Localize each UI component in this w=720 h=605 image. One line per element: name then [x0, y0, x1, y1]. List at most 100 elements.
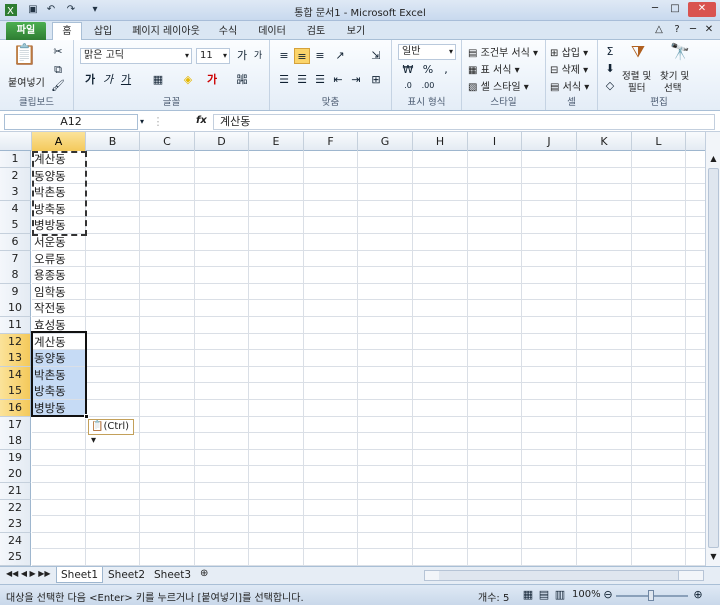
find-select-label-2[interactable]: 선택: [664, 80, 681, 94]
row-header-7[interactable]: 7: [0, 250, 31, 268]
close-icon[interactable]: ✕: [688, 2, 716, 17]
cell-a9[interactable]: 임학동: [32, 284, 86, 300]
fill-icon[interactable]: ⬇: [602, 61, 618, 77]
worksheet-grid[interactable]: ABCDEFGHIJKL 1 2 3 4 5 6 7 8 9 10 11 12 13 14 15 16 17 18…: [0, 132, 706, 566]
select-all-corner[interactable]: [0, 132, 32, 151]
number-format-combo[interactable]: 일반 ▾: [398, 44, 456, 60]
row-header-19[interactable]: 19: [0, 449, 31, 467]
workbook-close-icon[interactable]: ✕: [700, 23, 718, 38]
row-header-5[interactable]: 5: [0, 217, 31, 235]
align-middle-icon[interactable]: ≡: [294, 48, 310, 64]
row-header-14[interactable]: 14: [0, 366, 31, 384]
row-header-17[interactable]: 17: [0, 416, 31, 434]
find-select-icon[interactable]: 🔭: [670, 44, 690, 64]
column-header-c[interactable]: C: [140, 132, 195, 151]
scroll-up-icon[interactable]: ▲: [708, 154, 719, 164]
row-header-18[interactable]: 18: [0, 433, 31, 451]
cell-a6[interactable]: 서운동: [32, 234, 86, 250]
conditional-format-button[interactable]: ▤ 조건부 서식 ▾: [468, 44, 538, 59]
column-header-l[interactable]: L: [632, 132, 686, 151]
maximize-icon[interactable]: □: [666, 2, 684, 17]
autosum-icon[interactable]: Σ: [602, 44, 618, 60]
align-center-icon[interactable]: ☰: [294, 72, 310, 88]
sheet-tab-3[interactable]: Sheet3: [150, 567, 195, 583]
zoom-level[interactable]: 100%: [572, 589, 601, 600]
underline-icon[interactable]: 가: [118, 72, 134, 88]
column-header-i[interactable]: I: [468, 132, 522, 151]
row-header-6[interactable]: 6: [0, 234, 31, 251]
minimize-ribbon-icon[interactable]: △: [650, 23, 668, 38]
zoom-out-icon[interactable]: ⊖: [600, 587, 616, 603]
sheet-tab-1[interactable]: Sheet1: [56, 567, 104, 583]
paste-button[interactable]: 붙여넣기: [8, 74, 45, 89]
fill-color-icon[interactable]: ◈: [180, 72, 196, 88]
row-header-8[interactable]: 8: [0, 267, 31, 285]
currency-icon[interactable]: ₩: [400, 62, 416, 78]
merge-center-icon[interactable]: ⊞: [368, 72, 384, 88]
tab-home[interactable]: 홈: [52, 22, 82, 40]
decrease-indent-icon[interactable]: ⇤: [330, 72, 346, 88]
row-header-3[interactable]: 3: [0, 184, 31, 202]
align-right-icon[interactable]: ☰: [312, 72, 328, 88]
tab-formulas[interactable]: 수식: [212, 23, 244, 40]
paste-icon[interactable]: 📋: [12, 44, 37, 72]
zoom-in-icon[interactable]: ⊕: [690, 587, 706, 603]
insert-function-icon[interactable]: fx: [196, 115, 207, 126]
font-size-combo[interactable]: 11 ▾: [196, 48, 230, 64]
scroll-thumb[interactable]: [708, 168, 719, 548]
name-box[interactable]: A12: [4, 114, 138, 130]
delete-cells-button[interactable]: ⊟ 삭제 ▾: [550, 61, 588, 76]
column-header-b[interactable]: B: [86, 132, 140, 151]
row-header-24[interactable]: 24: [0, 532, 31, 550]
column-header-d[interactable]: D: [195, 132, 249, 151]
row-header-25[interactable]: 25: [0, 549, 31, 566]
tab-page-layout[interactable]: 페이지 레이아웃: [126, 23, 206, 40]
column-header-k[interactable]: K: [577, 132, 632, 151]
borders-icon[interactable]: ▦: [150, 72, 166, 88]
column-header-e[interactable]: E: [249, 132, 304, 151]
column-header-h[interactable]: H: [413, 132, 468, 151]
cut-icon[interactable]: ✂: [50, 44, 66, 60]
row-header-1[interactable]: 1: [0, 151, 31, 168]
column-header-f[interactable]: F: [304, 132, 358, 151]
row-header-12[interactable]: 12: [0, 333, 31, 351]
zoom-slider-thumb[interactable]: [648, 590, 654, 601]
row-header-21[interactable]: 21: [0, 483, 31, 500]
italic-icon[interactable]: 가: [100, 72, 116, 88]
page-break-view-icon[interactable]: ▥: [552, 587, 568, 603]
column-header-g[interactable]: G: [358, 132, 413, 151]
sort-filter-icon[interactable]: ⧩: [628, 44, 648, 64]
decrease-decimal-icon[interactable]: .00: [420, 78, 436, 94]
copy-icon[interactable]: ⧉: [50, 62, 66, 78]
row-header-22[interactable]: 22: [0, 499, 31, 517]
shrink-font-icon[interactable]: 가: [250, 48, 266, 64]
row-header-9[interactable]: 9: [0, 283, 31, 301]
cell-a10[interactable]: 작전동: [32, 300, 86, 316]
increase-indent-icon[interactable]: ⇥: [348, 72, 364, 88]
grow-font-icon[interactable]: 가: [234, 48, 250, 64]
horizontal-scrollbar[interactable]: [424, 570, 704, 581]
row-header-11[interactable]: 11: [0, 317, 31, 334]
row-header-4[interactable]: 4: [0, 200, 31, 218]
align-top-icon[interactable]: ≡: [276, 48, 292, 64]
font-color-icon[interactable]: 가: [204, 72, 220, 88]
row-header-13[interactable]: 13: [0, 350, 31, 368]
formula-bar-resize-icon[interactable]: ⋮: [150, 114, 166, 130]
row-header-16[interactable]: 16: [0, 400, 31, 417]
format-painter-icon[interactable]: 🖌: [50, 78, 66, 94]
wrap-text-icon[interactable]: ⇲: [368, 48, 384, 64]
insert-cells-button[interactable]: ⊞ 삽입 ▾: [550, 44, 588, 59]
normal-view-icon[interactable]: ▦: [520, 587, 536, 603]
align-bottom-icon[interactable]: ≡: [312, 48, 328, 64]
increase-decimal-icon[interactable]: .0: [400, 78, 416, 94]
tab-insert[interactable]: 삽입: [88, 23, 118, 40]
comma-icon[interactable]: ,: [438, 62, 454, 78]
bold-icon[interactable]: 가: [82, 72, 98, 88]
new-sheet-icon[interactable]: ⊕: [200, 568, 208, 579]
row-header-2[interactable]: 2: [0, 167, 31, 185]
scroll-down-icon[interactable]: ▼: [708, 552, 719, 562]
name-box-dropdown-icon[interactable]: ▾: [134, 114, 150, 130]
format-as-table-button[interactable]: ▦ 표 서식 ▾: [468, 61, 520, 76]
h-scroll-thumb[interactable]: [439, 571, 679, 580]
row-header-20[interactable]: 20: [0, 466, 31, 484]
